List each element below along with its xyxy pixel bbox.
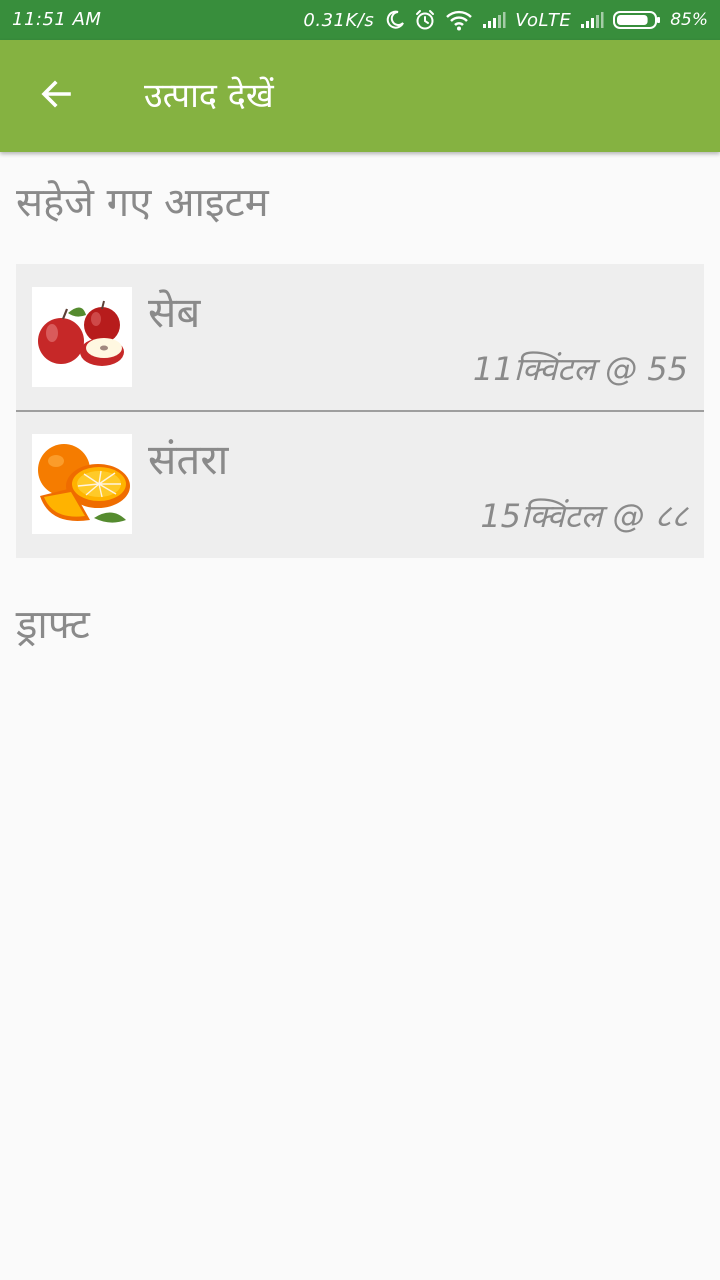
battery-icon <box>613 10 661 30</box>
orange-thumbnail <box>32 434 132 534</box>
wifi-icon <box>445 9 473 31</box>
status-bar: 11:51 AM 0.31K/s VoLTE 85% <box>0 0 720 40</box>
drafts-header: ड्राफ्ट <box>16 602 90 648</box>
cell-signal-icon <box>482 11 506 29</box>
oranges-image <box>32 434 132 534</box>
item-quantity-price: 11क्विंटल @ 55 <box>472 350 688 388</box>
list-item-apple[interactable]: सेब 11क्विंटल @ 55 <box>16 264 704 410</box>
back-button[interactable] <box>28 68 84 124</box>
status-icons: 0.31K/s VoLTE 85% <box>303 0 708 40</box>
battery-level-fill <box>617 15 648 25</box>
item-quantity-price: 15क्विंटल @ ८८ <box>480 497 688 535</box>
arrow-left-icon <box>38 76 74 116</box>
moon-icon <box>385 10 405 30</box>
network-speed: 0.31K/s <box>303 9 375 31</box>
saved-items-list: सेब 11क्विंटल @ 55 संतरा 15क्विंटल @ ८८ <box>16 264 704 558</box>
apples-image <box>32 287 132 387</box>
page-title: उत्पाद देखें <box>144 76 274 116</box>
saved-items-header: सहेजे गए आइटम <box>16 180 269 226</box>
item-name: संतरा <box>148 435 229 484</box>
apple-thumbnail <box>32 287 132 387</box>
volte-label: VoLTE <box>515 9 572 31</box>
item-name: सेब <box>148 288 201 337</box>
status-time: 11:51 AM <box>12 9 102 30</box>
battery-percent: 85% <box>670 10 708 30</box>
alarm-icon <box>414 9 436 31</box>
cell-signal-icon-2 <box>580 11 604 29</box>
app-toolbar: उत्पाद देखें <box>0 40 720 152</box>
list-item-orange[interactable]: संतरा 15क्विंटल @ ८८ <box>16 411 704 557</box>
